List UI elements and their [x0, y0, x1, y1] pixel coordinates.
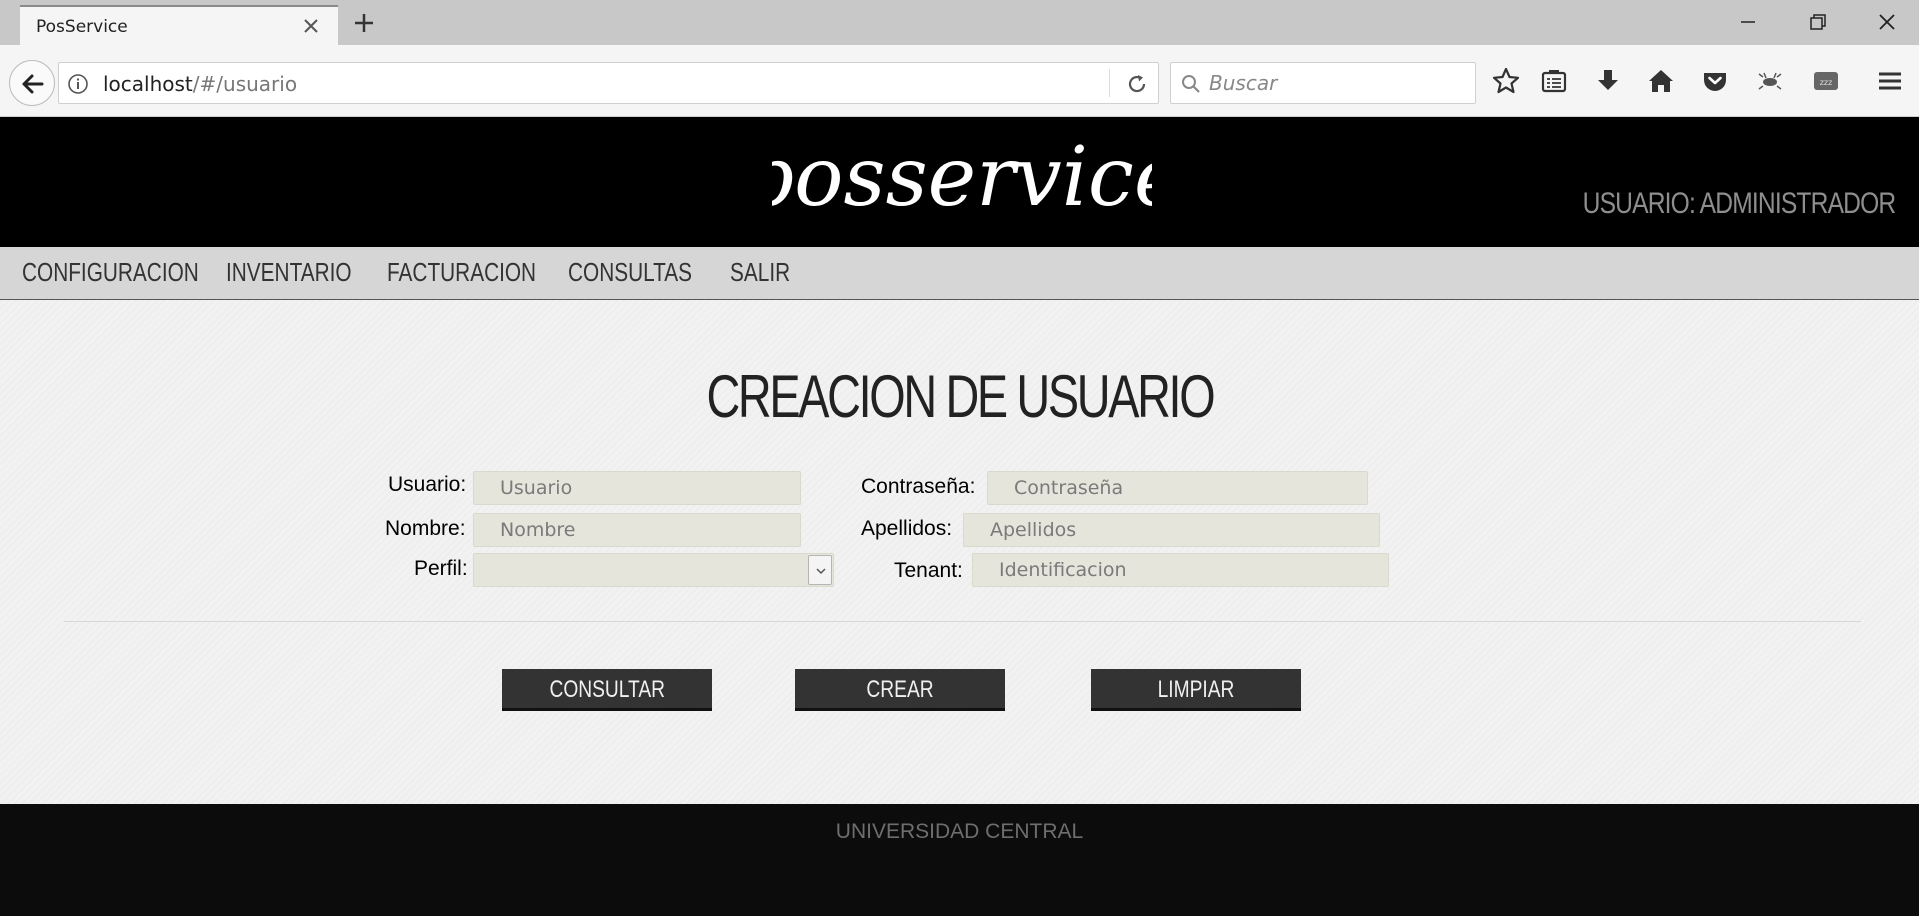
limpiar-button[interactable]: LIMPIAR: [1091, 669, 1301, 711]
contrasena-label: Contraseña:: [861, 475, 976, 498]
footer-text: UNIVERSIDAD CENTRAL: [835, 820, 1084, 843]
nombre-input[interactable]: [473, 513, 801, 547]
menu-hamburger-icon[interactable]: [1874, 65, 1906, 97]
apellidos-input[interactable]: [963, 513, 1380, 547]
consultar-button[interactable]: CONSULTAR: [502, 669, 712, 711]
browser-toolbar: localhost/#/usuario zzz: [0, 45, 1919, 117]
url-text: localhost/#/usuario: [103, 72, 297, 96]
page-content: posservice USUARIO: ADMINISTRADOR CONFIG…: [0, 117, 1919, 916]
perfil-label: Perfil:: [414, 557, 468, 580]
contrasena-input[interactable]: [987, 471, 1368, 505]
site-footer: UNIVERSIDAD CENTRAL: [0, 804, 1919, 916]
apellidos-label: Apellidos:: [861, 517, 953, 540]
browser-search-bar[interactable]: [1170, 62, 1476, 104]
back-arrow-icon: [22, 74, 44, 94]
form-divider: [64, 621, 1861, 622]
url-path: /#/usuario: [192, 72, 298, 96]
tenant-label: Tenant:: [894, 559, 963, 582]
menu-item-salir[interactable]: SALIR: [730, 257, 790, 288]
back-button[interactable]: [9, 60, 55, 106]
extension-zzz-icon[interactable]: zzz: [1810, 65, 1842, 97]
usuario-input[interactable]: [473, 471, 801, 505]
main-menu: CONFIGURACION INVENTARIO FACTURACION CON…: [0, 247, 1919, 300]
chevron-down-icon: [816, 568, 826, 575]
menu-item-configuracion[interactable]: CONFIGURACION: [22, 257, 199, 288]
browser-tab-bar: PosService: [0, 0, 1919, 45]
minimize-icon[interactable]: [1733, 8, 1763, 36]
menu-item-inventario[interactable]: INVENTARIO: [226, 257, 352, 288]
crear-button-label: CREAR: [866, 676, 934, 703]
search-icon: [1182, 75, 1200, 93]
limpiar-button-label: LIMPIAR: [1157, 676, 1235, 703]
close-window-icon[interactable]: [1872, 8, 1902, 36]
home-icon[interactable]: [1645, 65, 1677, 97]
reload-icon[interactable]: [1125, 72, 1149, 96]
download-icon[interactable]: [1592, 65, 1624, 97]
close-tab-icon[interactable]: [300, 15, 322, 37]
reading-list-icon[interactable]: [1538, 65, 1570, 97]
perfil-dropdown-button[interactable]: [808, 555, 832, 585]
tenant-input[interactable]: [972, 553, 1389, 587]
perfil-select[interactable]: [473, 553, 834, 587]
logo-text: posservice: [772, 130, 1152, 225]
bookmark-star-icon[interactable]: [1490, 65, 1522, 97]
crear-button[interactable]: CREAR: [795, 669, 1005, 711]
user-label: USUARIO: ADMINISTRADOR: [1582, 187, 1896, 220]
menu-item-facturacion[interactable]: FACTURACION: [387, 257, 536, 288]
site-header: posservice USUARIO: ADMINISTRADOR: [0, 117, 1919, 247]
browser-search-input[interactable]: [1209, 67, 1469, 99]
usuario-label: Usuario:: [388, 473, 467, 496]
menu-item-consultas[interactable]: CONSULTAS: [568, 257, 692, 288]
browser-tab[interactable]: PosService: [20, 5, 338, 45]
address-bar[interactable]: localhost/#/usuario: [58, 62, 1159, 104]
pocket-icon[interactable]: [1699, 65, 1731, 97]
tab-title: PosService: [36, 17, 128, 37]
site-logo[interactable]: posservice: [772, 117, 1152, 247]
extension-bug-icon[interactable]: [1754, 65, 1786, 97]
page-title: CREACION DE USUARIO: [0, 362, 1919, 431]
info-icon[interactable]: [67, 73, 89, 95]
restore-icon[interactable]: [1803, 8, 1833, 36]
nombre-label: Nombre:: [385, 517, 466, 540]
page-title-text: CREACION DE USUARIO: [706, 363, 1215, 430]
url-separator: [1109, 69, 1110, 97]
new-tab-icon[interactable]: [351, 10, 377, 36]
url-host: localhost: [103, 72, 193, 96]
svg-text:zzz: zzz: [1820, 78, 1833, 87]
consultar-button-label: CONSULTAR: [549, 676, 665, 703]
